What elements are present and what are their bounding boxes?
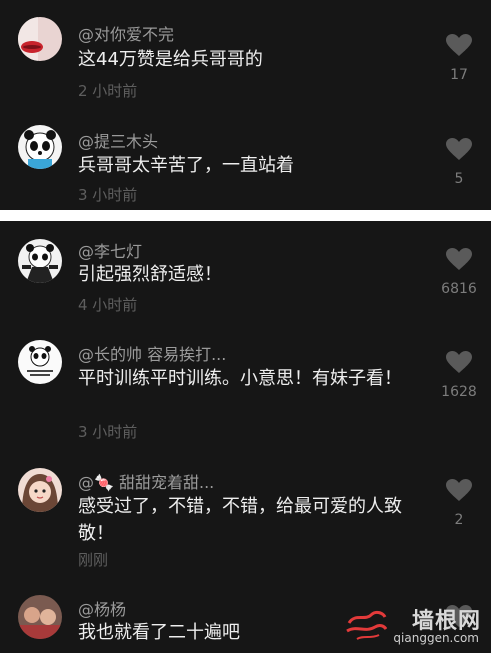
comment-text: 这44万赞是给兵哥哥的 bbox=[78, 49, 263, 70]
like-button[interactable]: 1628 bbox=[437, 351, 481, 400]
comment-text: 感受过了，不错，不错，给最可爱的人致敬！ bbox=[78, 496, 402, 544]
bottom-comment-panel: @李七灯 引起强烈舒适感！ 4 小时前 6816 @长的帅 容易挨打... 平时… bbox=[0, 221, 491, 653]
avatar-kungfu-panda-icon[interactable] bbox=[18, 239, 62, 283]
comment-time: 2 小时前 bbox=[78, 82, 138, 100]
heart-icon bbox=[446, 138, 472, 160]
comment-time: 刚刚 bbox=[78, 551, 109, 569]
comment-time: 3 小时前 bbox=[78, 186, 138, 204]
top-comment-panel: @对你爱不完 这44万赞是给兵哥哥的 2 小时前 17 @提三木头 兵哥哥太辛苦… bbox=[0, 0, 491, 210]
like-count: 1628 bbox=[441, 384, 477, 400]
watermark-url: qianggen.com bbox=[393, 631, 479, 645]
comment-username[interactable]: @杨杨 bbox=[78, 596, 126, 620]
like-count: 17 bbox=[450, 67, 468, 83]
heart-icon bbox=[446, 351, 472, 373]
comment-username[interactable]: @李七灯 bbox=[78, 238, 142, 262]
like-button[interactable]: 2 bbox=[437, 479, 481, 528]
comment-username[interactable]: @🍬 甜甜宠着甜... bbox=[78, 469, 214, 493]
like-button[interactable]: 5 bbox=[437, 138, 481, 187]
cloud-logo-icon bbox=[346, 610, 387, 640]
avatar-panda-meme-icon[interactable] bbox=[18, 340, 62, 384]
like-count: 6816 bbox=[441, 281, 477, 297]
heart-icon bbox=[446, 34, 472, 56]
screenshot-divider bbox=[0, 210, 491, 221]
comment-text: 兵哥哥太辛苦了，一直站着 bbox=[78, 155, 294, 176]
avatar-photo-icon[interactable] bbox=[18, 595, 62, 639]
avatar-girl-icon[interactable] bbox=[18, 468, 62, 512]
heart-icon bbox=[446, 479, 472, 501]
heart-icon bbox=[446, 248, 472, 270]
avatar-lips-icon[interactable] bbox=[18, 17, 62, 61]
comment-username[interactable]: @提三木头 bbox=[78, 128, 158, 152]
like-button[interactable]: 6816 bbox=[437, 248, 481, 297]
comment-time: 4 小时前 bbox=[78, 296, 138, 314]
comment-username[interactable]: @对你爱不完 bbox=[78, 21, 174, 45]
like-count: 5 bbox=[454, 171, 464, 187]
comment-username[interactable]: @长的帅 容易挨打... bbox=[78, 341, 226, 365]
comment-time: 3 小时前 bbox=[78, 423, 138, 441]
site-watermark: 墙根网 qianggen.com bbox=[345, 603, 485, 649]
like-count: 2 bbox=[454, 512, 464, 528]
comment-text: 引起强烈舒适感！ bbox=[78, 264, 222, 285]
avatar-panda-icon[interactable] bbox=[18, 125, 62, 169]
like-button[interactable]: 17 bbox=[437, 34, 481, 83]
comment-text: 平时训练平时训练。小意思！有妹子看！ bbox=[78, 368, 402, 389]
